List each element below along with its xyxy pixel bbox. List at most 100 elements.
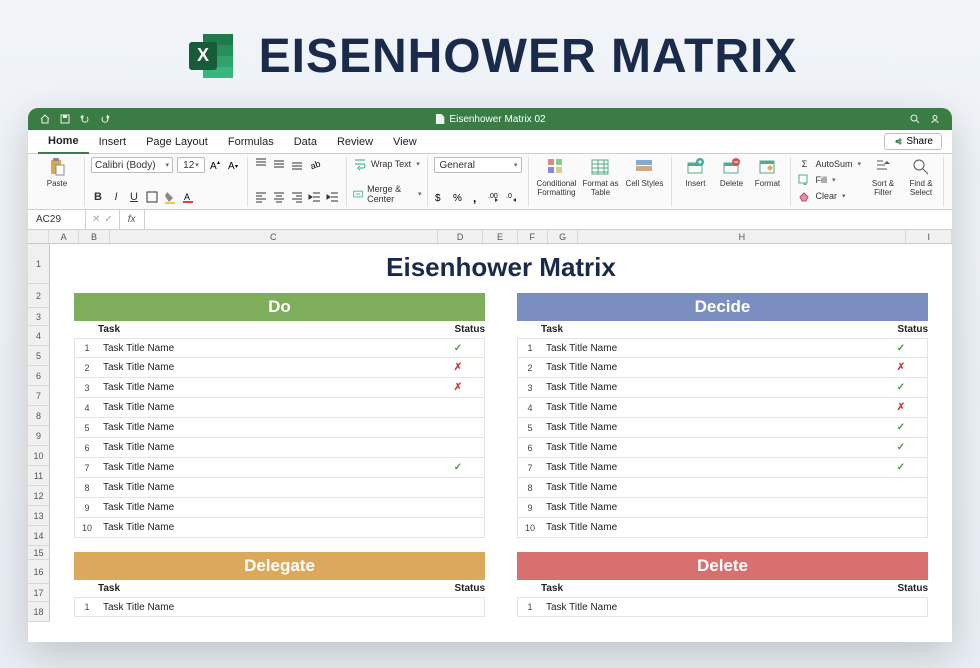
table-row[interactable]: 7Task Title Name✓ bbox=[74, 458, 485, 478]
col-header-I[interactable]: I bbox=[906, 230, 952, 243]
row-header-15[interactable]: 15 bbox=[28, 546, 49, 560]
row-header-9[interactable]: 9 bbox=[28, 426, 49, 446]
table-row[interactable]: 5Task Title Name✓ bbox=[517, 418, 928, 438]
name-box[interactable]: AC29 bbox=[28, 210, 86, 229]
increase-decimal-icon[interactable]: .00 bbox=[488, 190, 502, 204]
column-headers[interactable]: ABCDEFGHI bbox=[28, 230, 952, 244]
redo-icon[interactable] bbox=[100, 114, 110, 124]
tab-formulas[interactable]: Formulas bbox=[218, 130, 284, 154]
italic-icon[interactable]: I bbox=[109, 190, 123, 204]
col-header-C[interactable]: C bbox=[110, 230, 438, 243]
undo-icon[interactable] bbox=[80, 114, 90, 124]
align-right-icon[interactable] bbox=[290, 190, 304, 204]
table-row[interactable]: 4Task Title Name✗ bbox=[517, 398, 928, 418]
increase-font-icon[interactable]: A▴ bbox=[209, 158, 223, 172]
tab-review[interactable]: Review bbox=[327, 130, 383, 154]
fill-color-icon[interactable] bbox=[163, 190, 177, 204]
decrease-indent-icon[interactable] bbox=[308, 190, 322, 204]
comma-icon[interactable]: , bbox=[470, 190, 484, 204]
row-header-2[interactable]: 2 bbox=[28, 284, 49, 308]
autosum-button[interactable]: ΣAutoSum▾ bbox=[797, 157, 861, 171]
tab-page-layout[interactable]: Page Layout bbox=[136, 130, 218, 154]
table-row[interactable]: 5Task Title Name bbox=[74, 418, 485, 438]
percent-icon[interactable]: % bbox=[452, 190, 466, 204]
row-header-5[interactable]: 5 bbox=[28, 346, 49, 366]
col-header-F[interactable]: F bbox=[518, 230, 548, 243]
row-header-18[interactable]: 18 bbox=[28, 602, 49, 622]
row-header-12[interactable]: 12 bbox=[28, 486, 49, 506]
enter-formula-icon[interactable]: ✓ bbox=[104, 214, 112, 225]
conditional-formatting-button[interactable]: Conditional Formatting bbox=[535, 157, 577, 197]
table-row[interactable]: 8Task Title Name bbox=[74, 478, 485, 498]
currency-icon[interactable]: $ bbox=[434, 190, 448, 204]
merge-center-button[interactable]: Merge & Center bbox=[367, 184, 413, 204]
row-header-14[interactable]: 14 bbox=[28, 526, 49, 546]
align-top-icon[interactable] bbox=[254, 157, 268, 171]
table-row[interactable]: 1Task Title Name bbox=[517, 597, 928, 617]
tab-data[interactable]: Data bbox=[284, 130, 327, 154]
border-icon[interactable] bbox=[145, 190, 159, 204]
find-select-button[interactable]: Find & Select bbox=[905, 157, 937, 197]
orientation-icon[interactable]: ab bbox=[308, 157, 322, 171]
delete-cells-button[interactable]: Delete bbox=[714, 157, 748, 188]
font-size-select[interactable]: 12▾ bbox=[177, 157, 205, 173]
table-row[interactable]: 8Task Title Name bbox=[517, 478, 928, 498]
table-row[interactable]: 10Task Title Name bbox=[517, 518, 928, 538]
col-header-H[interactable]: H bbox=[578, 230, 906, 243]
sort-filter-button[interactable]: Sort & Filter bbox=[867, 157, 899, 197]
row-headers[interactable]: 123456789101112131415161718 bbox=[28, 244, 50, 622]
col-header-G[interactable]: G bbox=[548, 230, 578, 243]
font-name-select[interactable]: Calibri (Body)▾ bbox=[91, 157, 173, 173]
fill-button[interactable]: Fill▾ bbox=[797, 173, 861, 187]
account-icon[interactable] bbox=[930, 114, 940, 124]
align-left-icon[interactable] bbox=[254, 190, 268, 204]
table-row[interactable]: 6Task Title Name bbox=[74, 438, 485, 458]
increase-indent-icon[interactable] bbox=[326, 190, 340, 204]
table-row[interactable]: 2Task Title Name✗ bbox=[74, 358, 485, 378]
table-row[interactable]: 6Task Title Name✓ bbox=[517, 438, 928, 458]
format-as-table-button[interactable]: Format as Table bbox=[579, 157, 621, 197]
tab-insert[interactable]: Insert bbox=[89, 130, 137, 154]
row-header-11[interactable]: 11 bbox=[28, 466, 49, 486]
row-header-4[interactable]: 4 bbox=[28, 326, 49, 346]
table-row[interactable]: 2Task Title Name✗ bbox=[517, 358, 928, 378]
table-row[interactable]: 10Task Title Name bbox=[74, 518, 485, 538]
row-header-6[interactable]: 6 bbox=[28, 366, 49, 386]
font-color-icon[interactable]: A bbox=[181, 190, 195, 204]
table-row[interactable]: 3Task Title Name✓ bbox=[517, 378, 928, 398]
align-center-icon[interactable] bbox=[272, 190, 286, 204]
col-header-B[interactable]: B bbox=[79, 230, 109, 243]
share-button[interactable]: Share bbox=[884, 133, 942, 150]
align-bottom-icon[interactable] bbox=[290, 157, 304, 171]
row-header-16[interactable]: 16 bbox=[28, 560, 49, 584]
wrap-text-button[interactable]: Wrap Text bbox=[371, 159, 411, 169]
align-middle-icon[interactable] bbox=[272, 157, 286, 171]
table-row[interactable]: 1Task Title Name bbox=[74, 597, 485, 617]
table-row[interactable]: 1Task Title Name✓ bbox=[517, 338, 928, 358]
row-header-3[interactable]: 3 bbox=[28, 308, 49, 326]
table-row[interactable]: 9Task Title Name bbox=[74, 498, 485, 518]
table-row[interactable]: 9Task Title Name bbox=[517, 498, 928, 518]
col-header-A[interactable]: A bbox=[49, 230, 79, 243]
row-header-1[interactable]: 1 bbox=[28, 244, 49, 284]
cell-styles-button[interactable]: Cell Styles bbox=[623, 157, 665, 188]
spreadsheet-grid[interactable]: ABCDEFGHI 123456789101112131415161718 Ei… bbox=[28, 230, 952, 642]
table-row[interactable]: 1Task Title Name✓ bbox=[74, 338, 485, 358]
clear-button[interactable]: Clear▾ bbox=[797, 189, 861, 203]
paste-button[interactable]: Paste bbox=[36, 157, 78, 188]
row-header-17[interactable]: 17 bbox=[28, 584, 49, 602]
cancel-formula-icon[interactable]: ✕ bbox=[92, 214, 100, 225]
home-icon[interactable] bbox=[40, 114, 50, 124]
search-icon[interactable] bbox=[910, 114, 920, 124]
tab-home[interactable]: Home bbox=[38, 130, 89, 154]
format-cells-button[interactable]: Format bbox=[750, 157, 784, 188]
underline-icon[interactable]: U bbox=[127, 190, 141, 204]
decrease-decimal-icon[interactable]: .0 bbox=[506, 190, 520, 204]
tab-view[interactable]: View bbox=[383, 130, 427, 154]
decrease-font-icon[interactable]: A▾ bbox=[227, 158, 241, 172]
table-row[interactable]: 7Task Title Name✓ bbox=[517, 458, 928, 478]
row-header-10[interactable]: 10 bbox=[28, 446, 49, 466]
number-format-select[interactable]: General▾ bbox=[434, 157, 522, 173]
fx-icon[interactable]: fx bbox=[120, 210, 145, 229]
col-header-D[interactable]: D bbox=[438, 230, 484, 243]
